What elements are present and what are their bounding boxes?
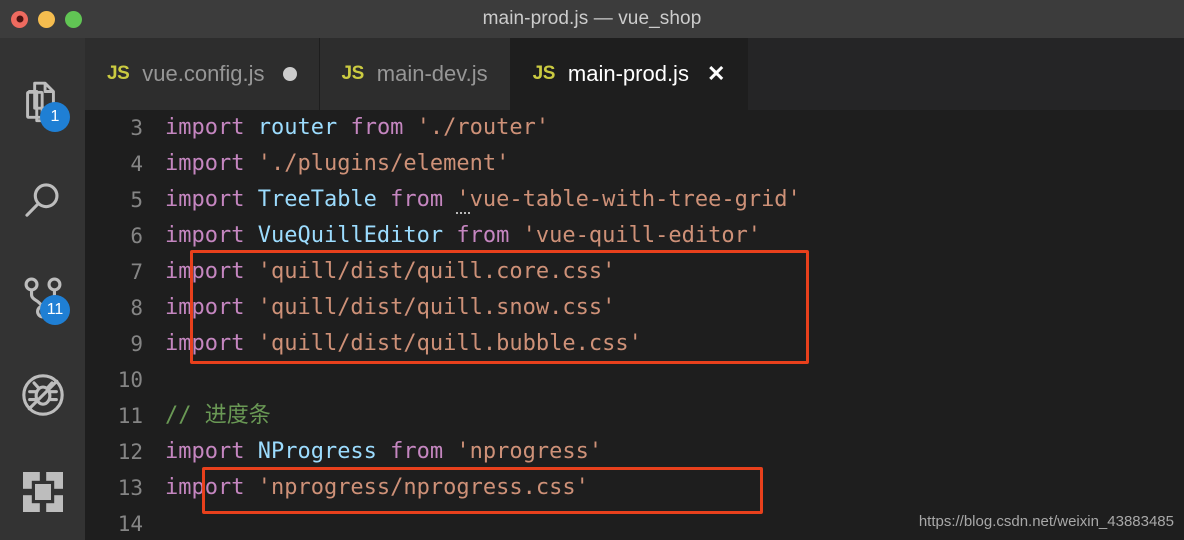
editor-tab-bar: JS vue.config.js JS main-dev.js JS main-… [85,38,1184,110]
code-token: TreeTable [257,187,377,212]
code-line[interactable]: 10 [85,362,1184,398]
line-content[interactable]: import NProgress from 'nprogress' [165,434,602,470]
sidebar-item-extensions[interactable] [0,443,85,540]
code-token: from [376,187,457,212]
code-line[interactable]: 13 import 'nprogress/nprogress.css' [85,470,1184,506]
line-content[interactable]: import 'quill/dist/quill.core.css' [165,254,615,290]
code-token: ' [456,187,470,214]
code-token: VueQuillEditor [257,223,444,248]
code-token: import [165,223,258,248]
line-content[interactable]: import TreeTable from 'vue-table-with-tr… [165,182,801,218]
extensions-icon [19,468,67,516]
line-number: 8 [130,296,143,320]
code-editor[interactable]: 3 import router from './router' 4 import '.… [85,110,1184,540]
code-token: vue-table-with-tree-grid' [469,187,801,212]
code-line[interactable]: 5 import TreeTable from 'vue-table-with-t… [85,182,1184,218]
tab-label: main-prod.js [567,61,689,86]
code-line[interactable]: 8 import 'quill/dist/quill.snow.css' [85,290,1184,326]
sidebar-item-run-and-debug[interactable] [0,346,85,443]
line-number: 6 [130,224,143,248]
js-file-icon: JS [532,63,556,84]
code-line[interactable]: 6 import VueQuillEditor from 'vue-quill-e… [85,218,1184,254]
code-line[interactable]: 7 import 'quill/dist/quill.core.css' [85,254,1184,290]
line-content[interactable]: // 进度条 [165,398,271,434]
js-file-icon: JS [341,63,365,84]
sidebar-item-search[interactable] [0,153,85,250]
code-lines[interactable]: 3 import router from './router' 4 import '.… [85,110,1184,540]
code-token: import [165,259,258,284]
code-line[interactable]: 4 import './plugins/element' [85,146,1184,182]
code-token: from [376,439,457,464]
tab-main-dev-js[interactable]: JS main-dev.js [319,38,511,110]
explorer-badge: 1 [40,101,70,132]
code-token: import [165,115,258,140]
watermark: https://blog.csdn.net/weixin_43883485 [918,513,1174,530]
code-line[interactable]: 9 import 'quill/dist/quill.bubble.css' [85,326,1184,362]
tab-label: vue.config.js [142,61,265,86]
code-token: 'vue-quill-editor' [522,223,762,248]
line-number: 5 [130,188,143,212]
run-and-debug-disabled-icon [18,370,68,420]
code-token: NProgress [257,439,377,464]
line-content[interactable]: import VueQuillEditor from 'vue-quill-ed… [165,218,761,254]
search-icon [18,176,68,226]
tab-vue-config-js[interactable]: JS vue.config.js [85,38,320,110]
code-token: 'quill/dist/quill.snow.css' [257,295,616,320]
code-token: './router' [416,115,550,140]
line-number: 9 [130,332,143,356]
window-title: main-prod.js — vue_shop [482,8,702,29]
line-content[interactable]: import 'quill/dist/quill.snow.css' [165,290,615,326]
code-token: 'nprogress/nprogress.css' [257,475,589,500]
code-token: router [257,115,338,140]
activity-bar: 1 11 [0,38,85,540]
line-number: 11 [117,404,143,428]
tab-bar-empty-space [748,38,1184,110]
code-line[interactable]: 12 import NProgress from 'nprogress' [85,434,1184,470]
code-token: from [337,115,417,140]
code-token: 'nprogress' [456,439,603,464]
code-token: import [165,439,258,464]
code-token: // 进度条 [165,403,271,428]
line-number: 13 [117,476,143,500]
line-number: 7 [130,260,143,284]
line-number: 12 [117,440,143,464]
js-file-icon: JS [107,63,130,84]
line-number: 14 [117,512,143,536]
code-token: './plugins/element' [257,151,510,176]
unsaved-changes-dot-icon[interactable] [282,67,297,81]
code-line[interactable]: 11 // 进度条 [85,398,1184,434]
sidebar-item-explorer[interactable]: 1 [0,56,85,153]
code-token: 'quill/dist/quill.core.css' [257,259,616,284]
line-content[interactable]: import 'nprogress/nprogress.css' [165,470,589,506]
tab-label: main-dev.js [376,61,488,86]
tab-main-prod-js[interactable]: JS main-prod.js ✕ [510,38,749,110]
code-token: import [165,331,258,356]
title-bar: main-prod.js — vue_shop [0,0,1184,38]
sidebar-item-source-control[interactable]: 11 [0,250,85,347]
code-token: from [443,223,523,248]
line-number: 3 [130,116,143,140]
code-token: 'quill/dist/quill.bubble.css' [257,331,642,356]
vscode-window: main-prod.js — vue_shop 1 11 JS vue.conf… [0,0,1184,540]
code-token: import [165,475,258,500]
code-token: import [165,187,258,212]
line-number: 10 [117,368,143,392]
code-token: import [165,295,258,320]
line-content[interactable]: import 'quill/dist/quill.bubble.css' [165,326,642,362]
line-content[interactable]: import './plugins/element' [165,146,509,182]
line-content[interactable]: import router from './router' [165,110,549,146]
code-token: import [165,151,258,176]
line-number: 4 [130,152,143,176]
close-icon[interactable]: ✕ [707,63,725,85]
code-line[interactable]: 3 import router from './router' [85,110,1184,146]
